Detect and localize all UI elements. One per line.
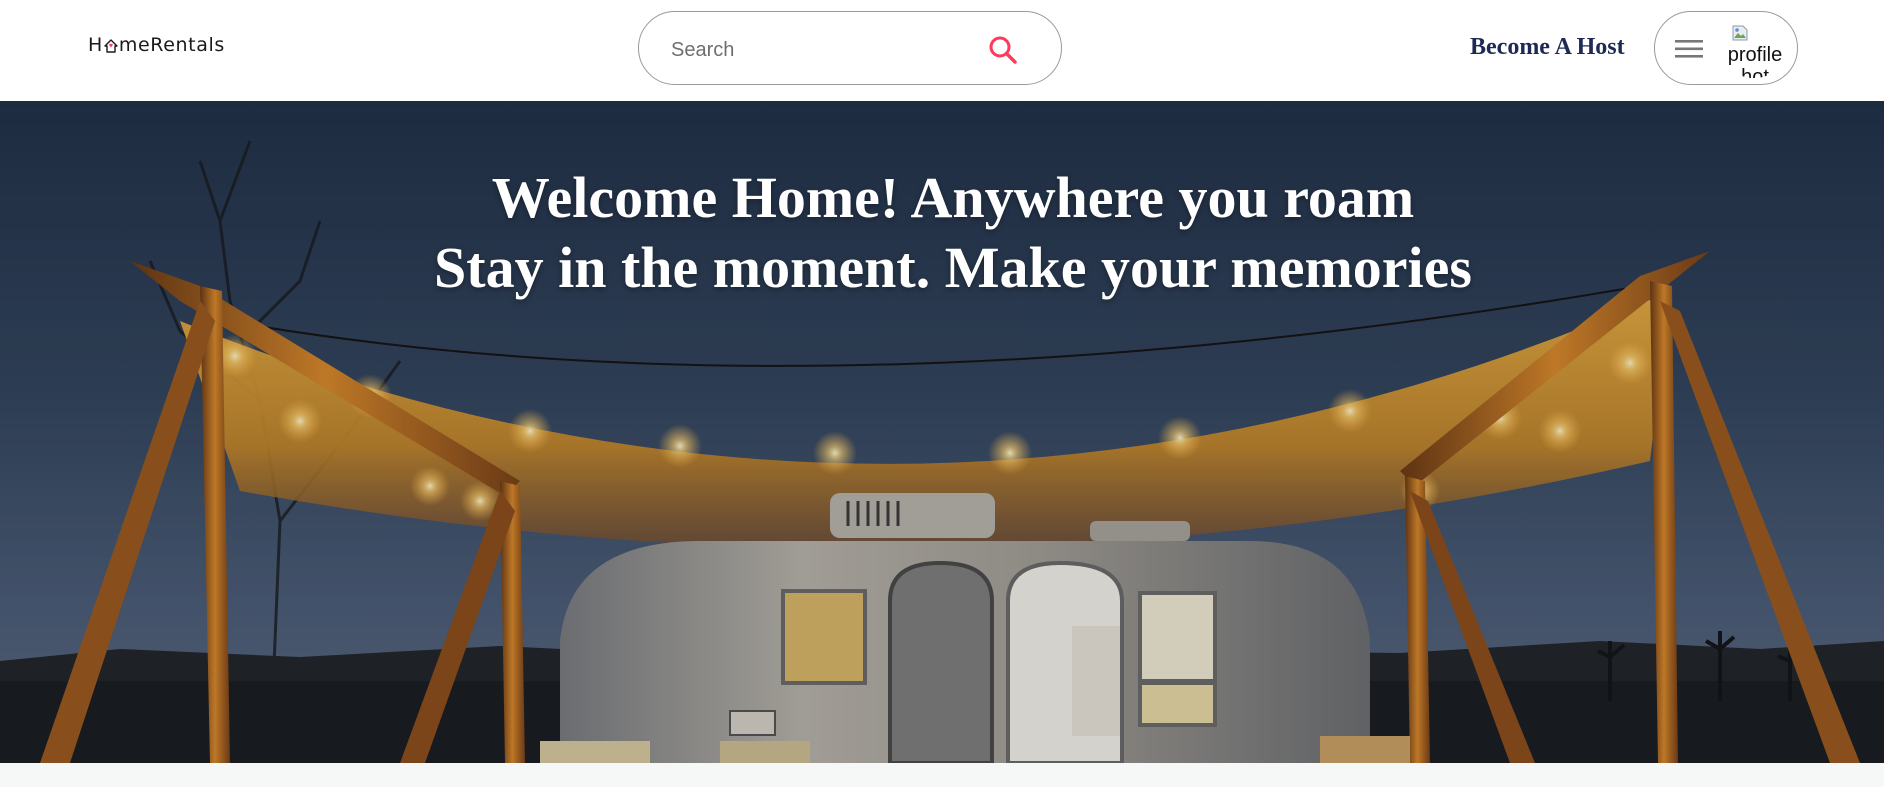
hero-banner: Welcome Home! Anywhere you roam Stay in … — [0, 101, 1884, 763]
hero-headline: Welcome Home! Anywhere you roam Stay in … — [0, 163, 1884, 303]
search-input[interactable] — [669, 32, 973, 68]
avatar[interactable]: profile hot — [1723, 20, 1785, 78]
logo-suffix: meRentals — [118, 34, 225, 56]
become-host-link[interactable]: Become A Host — [1470, 34, 1625, 61]
search-icon[interactable] — [987, 34, 1019, 66]
page-section-start — [0, 763, 1884, 787]
avatar-alt-text: profile hot — [1727, 44, 1783, 78]
search-bar — [638, 11, 1062, 85]
logo-prefix: H — [88, 34, 103, 56]
logo[interactable]: H meRentals — [88, 34, 225, 56]
profile-menu-button[interactable]: profile hot — [1654, 11, 1798, 85]
hero-line-2: Stay in the moment. Make your memories — [434, 235, 1472, 300]
top-navbar: H meRentals Become A Host profile hot — [0, 0, 1884, 101]
menu-icon — [1675, 40, 1703, 58]
hero-line-1: Welcome Home! Anywhere you roam — [491, 165, 1415, 230]
broken-image-icon — [1732, 25, 1748, 41]
house-icon — [104, 39, 118, 53]
